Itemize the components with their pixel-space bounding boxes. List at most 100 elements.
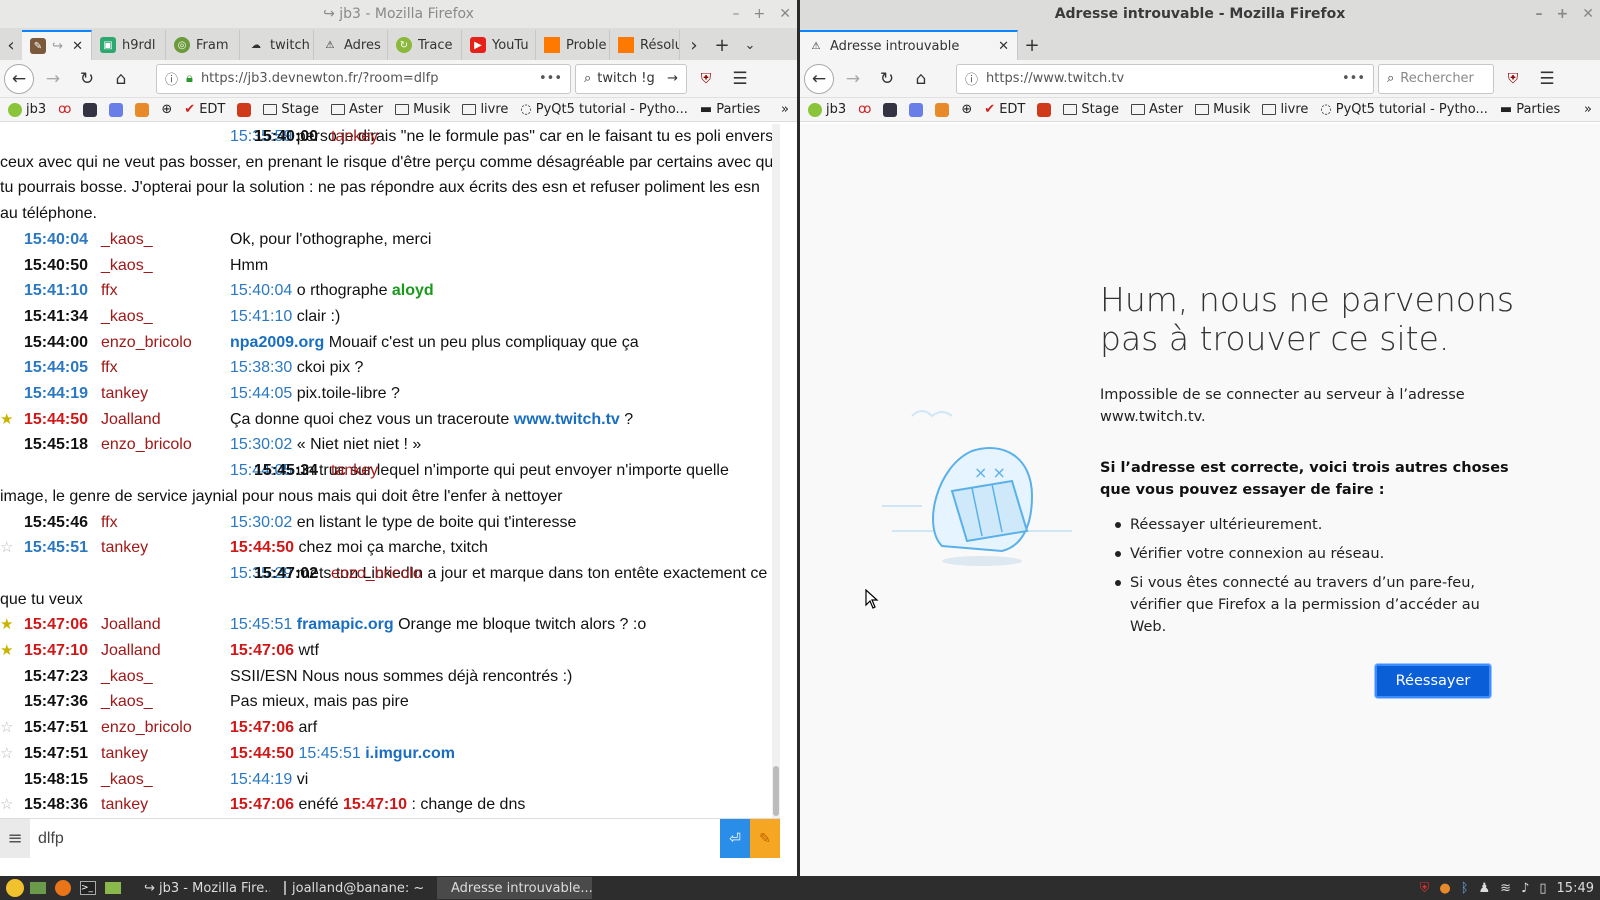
- bookmark-pyqt5[interactable]: ◌ PyQt5 tutorial - Pytho...: [1320, 102, 1487, 117]
- message-nick[interactable]: aloyd: [392, 282, 434, 299]
- back-icon[interactable]: ←: [4, 63, 34, 94]
- close-tab-icon[interactable]: ✕: [998, 39, 1009, 54]
- more-bookmarks-icon[interactable]: »: [1584, 102, 1592, 117]
- back-icon[interactable]: ←: [804, 63, 834, 94]
- bookmark-musik[interactable]: Musik: [1195, 102, 1250, 117]
- star-icon[interactable]: ★: [0, 638, 13, 664]
- rss-icon[interactable]: [935, 102, 950, 117]
- send-icon[interactable]: ⏎: [720, 819, 750, 858]
- message-reference[interactable]: 15:30:02: [230, 436, 292, 453]
- message-reference[interactable]: 15:45:51: [299, 745, 361, 762]
- task-terminal[interactable]: joalland@banane: ~: [276, 877, 431, 899]
- tab-adresse-introuvable[interactable]: ⚠ Adresse introuvable ✕: [800, 30, 1018, 60]
- message-reference[interactable]: 15:45:51: [230, 616, 292, 633]
- task-jb3[interactable]: ↪ jb3 - Mozilla Fire...: [130, 877, 270, 899]
- bookmark-livre[interactable]: livre: [1262, 102, 1308, 117]
- maximize-icon[interactable]: +: [754, 6, 766, 22]
- message-link[interactable]: framapic.org: [297, 616, 394, 633]
- new-tab-icon[interactable]: +: [1018, 30, 1046, 60]
- attach-icon[interactable]: ✎: [750, 819, 780, 858]
- message-time[interactable]: 15:41:10: [24, 278, 88, 304]
- tab-twitch[interactable]: ☁ twitch: [240, 30, 314, 60]
- chat-menu-icon[interactable]: ≡: [0, 819, 30, 858]
- app-icon[interactable]: [883, 102, 898, 117]
- left-url-bar[interactable]: ⓘ 🔒︎ https://jb3.devnewton.fr/?room=dlfp…: [156, 63, 571, 94]
- menu-icon[interactable]: [6, 879, 24, 897]
- message-time[interactable]: 15:47:23: [24, 664, 88, 690]
- app-icon[interactable]: [83, 102, 98, 117]
- hamburger-menu-icon[interactable]: ☰: [725, 64, 755, 94]
- bookmark-aster[interactable]: Aster: [1130, 102, 1183, 117]
- tabs-scroll-right-icon[interactable]: ›: [680, 30, 708, 60]
- shield-icon[interactable]: ⛨: [1420, 881, 1430, 896]
- terminal-icon[interactable]: >_: [77, 877, 99, 899]
- globe-icon[interactable]: ⊕: [961, 102, 972, 117]
- message-time[interactable]: 15:47:36: [24, 689, 88, 715]
- message-reference[interactable]: 15:41:10: [230, 308, 292, 325]
- message-reference[interactable]: 15:47:06: [230, 796, 294, 813]
- reload-icon[interactable]: ↻: [872, 64, 902, 94]
- message-reference[interactable]: 15:44:50: [230, 539, 294, 556]
- forward-icon[interactable]: →: [838, 64, 868, 94]
- tab-adresse[interactable]: ⚠ Adres: [314, 30, 388, 60]
- message-time[interactable]: 15:41:34: [24, 304, 88, 330]
- message-link[interactable]: www.twitch.tv: [514, 411, 620, 428]
- page-actions-icon[interactable]: •••: [539, 71, 562, 86]
- message-reference[interactable]: 15:44:50: [230, 745, 294, 762]
- home-icon[interactable]: ⌂: [906, 64, 936, 94]
- terminal-icon[interactable]: [237, 102, 252, 117]
- message-time[interactable]: 15:47:51: [24, 741, 88, 767]
- search-go-icon[interactable]: →: [667, 71, 678, 86]
- message-time[interactable]: 15:40:50: [24, 253, 88, 279]
- gitlab-icon[interactable]: ꝏ: [858, 102, 871, 117]
- message-time[interactable]: 15:44:19: [24, 381, 88, 407]
- close-window-icon[interactable]: ✕: [779, 6, 791, 22]
- info-icon[interactable]: ⓘ: [165, 69, 178, 88]
- message-time[interactable]: 15:44:00: [24, 330, 88, 356]
- mail-icon[interactable]: [109, 102, 124, 117]
- terminal-icon[interactable]: [1037, 102, 1052, 117]
- message-reference[interactable]: 15:47:06: [230, 642, 294, 659]
- tab-frama[interactable]: ◎ Fram: [166, 30, 240, 60]
- message-time[interactable]: 15:48:36: [24, 792, 88, 818]
- bookmark-jb3[interactable]: jb3: [8, 102, 46, 117]
- message-time[interactable]: 15:47:51: [24, 715, 88, 741]
- bookmark-pyqt5[interactable]: ◌ PyQt5 tutorial - Pytho...: [520, 102, 687, 117]
- message-reference[interactable]: 15:30:02: [230, 514, 292, 531]
- bookmark-stage[interactable]: Stage: [1063, 102, 1119, 117]
- message-time[interactable]: 15:48:15: [24, 767, 88, 793]
- battery-icon[interactable]: ▯: [1539, 881, 1546, 896]
- message-link[interactable]: i.imgur.com: [365, 745, 455, 762]
- message-reference[interactable]: 15:44:19: [230, 771, 292, 788]
- message-reference[interactable]: 15:40:04: [230, 282, 292, 299]
- star-icon[interactable]: ☆: [0, 535, 13, 561]
- new-tab-icon[interactable]: +: [708, 30, 736, 60]
- message-time[interactable]: 15:45:51: [24, 535, 88, 561]
- star-icon[interactable]: ☆: [0, 741, 13, 767]
- scrollbar-thumb[interactable]: [773, 766, 779, 816]
- chat-scrollbar[interactable]: [772, 124, 780, 818]
- user-icon[interactable]: ♟: [1479, 881, 1491, 896]
- tab-resolu[interactable]: Résolu: [610, 30, 680, 60]
- gitlab-icon[interactable]: ꝏ: [58, 102, 71, 117]
- star-icon[interactable]: ★: [0, 612, 13, 638]
- bookmark-parties[interactable]: ▬ Parties: [1500, 102, 1560, 117]
- reload-icon[interactable]: ↻: [72, 64, 102, 94]
- minimize-icon[interactable]: –: [1536, 6, 1543, 22]
- clock[interactable]: 15:49: [1557, 881, 1594, 896]
- bookmark-livre[interactable]: livre: [462, 102, 508, 117]
- message-time[interactable]: 15:44:05: [24, 355, 88, 381]
- tab-h9rdl[interactable]: ▣ h9rdl: [92, 30, 166, 60]
- bookmark-aster[interactable]: Aster: [330, 102, 383, 117]
- forward-icon[interactable]: →: [38, 64, 68, 94]
- volume-icon[interactable]: ♪: [1521, 881, 1529, 896]
- tabs-scroll-left-icon[interactable]: ‹: [0, 30, 22, 60]
- rss-icon[interactable]: [135, 102, 150, 117]
- globe-icon[interactable]: ⊕: [161, 102, 172, 117]
- bookmark-stage[interactable]: Stage: [263, 102, 319, 117]
- bookmark-edt[interactable]: ✔ EDT: [984, 102, 1025, 117]
- hamburger-menu-icon[interactable]: ☰: [1532, 64, 1562, 94]
- message-time[interactable]: 15:44:50: [24, 407, 88, 433]
- page-actions-icon[interactable]: •••: [1342, 71, 1365, 86]
- message-reference[interactable]: 15:47:06: [230, 719, 294, 736]
